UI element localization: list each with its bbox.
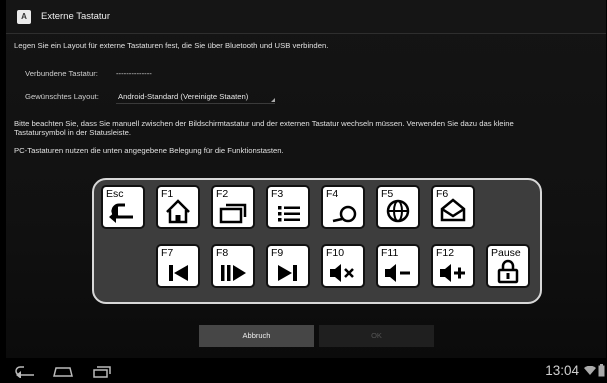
key-f3: F3	[266, 185, 310, 229]
back-icon	[109, 203, 133, 223]
key-esc: Esc	[101, 185, 145, 229]
back-nav-icon[interactable]	[12, 364, 38, 378]
note-line-1: Bitte beachten Sie, dass Sie manuell zwi…	[14, 119, 514, 128]
email-icon	[440, 198, 466, 222]
lock-icon	[497, 259, 519, 284]
battery-icon	[598, 364, 605, 377]
status-clock: 13:04	[545, 363, 579, 378]
external-keyboard-dialog: A Externe Tastatur Legen Sie ein Layout …	[6, 0, 606, 358]
pc-keyboard-note: PC-Tastaturen nutzen die unten angegeben…	[14, 146, 284, 155]
cancel-button[interactable]: Abbruch	[199, 325, 314, 347]
recent-apps-icon	[219, 203, 247, 224]
connected-keyboard-value: --------------	[116, 69, 152, 78]
volume-down-icon	[385, 264, 410, 282]
key-f9: F9	[266, 244, 310, 288]
recent-nav-icon[interactable]	[92, 364, 112, 378]
system-navigation-bar: 13:04	[0, 358, 607, 383]
keyboard-app-icon: A	[17, 9, 31, 24]
intro-text: Legen Sie ein Layout für externe Tastatu…	[14, 41, 329, 50]
key-f2: F2	[211, 185, 255, 229]
key-f6: F6	[431, 185, 475, 229]
key-f11: F11	[376, 244, 420, 288]
home-nav-icon[interactable]	[52, 364, 74, 378]
key-f4: F4	[321, 185, 365, 229]
browser-globe-icon	[386, 199, 410, 223]
layout-select-value: Android-Standard (Vereinigte Staaten)	[118, 92, 249, 101]
key-f10: F10	[321, 244, 365, 288]
key-f1: F1	[156, 185, 200, 229]
key-f5: F5	[376, 185, 420, 229]
function-key-panel: Esc F1 F2 F3 F4 F5 F6 F7 F8 F9 F10 F11 F…	[92, 178, 542, 304]
key-f7: F7	[156, 244, 200, 288]
note-line-2: Tastatursymbol in der Statusleiste.	[14, 128, 132, 137]
menu-list-icon	[278, 206, 300, 222]
key-f12: F12	[431, 244, 475, 288]
search-icon	[332, 205, 357, 223]
mute-icon	[330, 264, 354, 282]
home-icon	[166, 199, 190, 224]
previous-track-icon	[169, 265, 188, 281]
layout-select[interactable]: Android-Standard (Vereinigte Staaten)	[116, 89, 275, 104]
connected-keyboard-label: Verbundene Tastatur:	[25, 69, 98, 78]
layout-label: Gewünschtes Layout:	[25, 92, 99, 101]
key-f8: F8	[211, 244, 255, 288]
next-track-icon	[278, 265, 297, 281]
dialog-title: Externe Tastatur	[41, 11, 111, 22]
dropdown-corner-icon	[271, 98, 275, 102]
play-pause-icon	[221, 265, 246, 281]
title-bar: A Externe Tastatur	[6, 0, 606, 34]
wifi-icon	[584, 366, 596, 375]
key-pause: Pause	[486, 244, 530, 288]
volume-up-icon	[440, 264, 465, 282]
ok-button[interactable]: OK	[319, 325, 434, 347]
